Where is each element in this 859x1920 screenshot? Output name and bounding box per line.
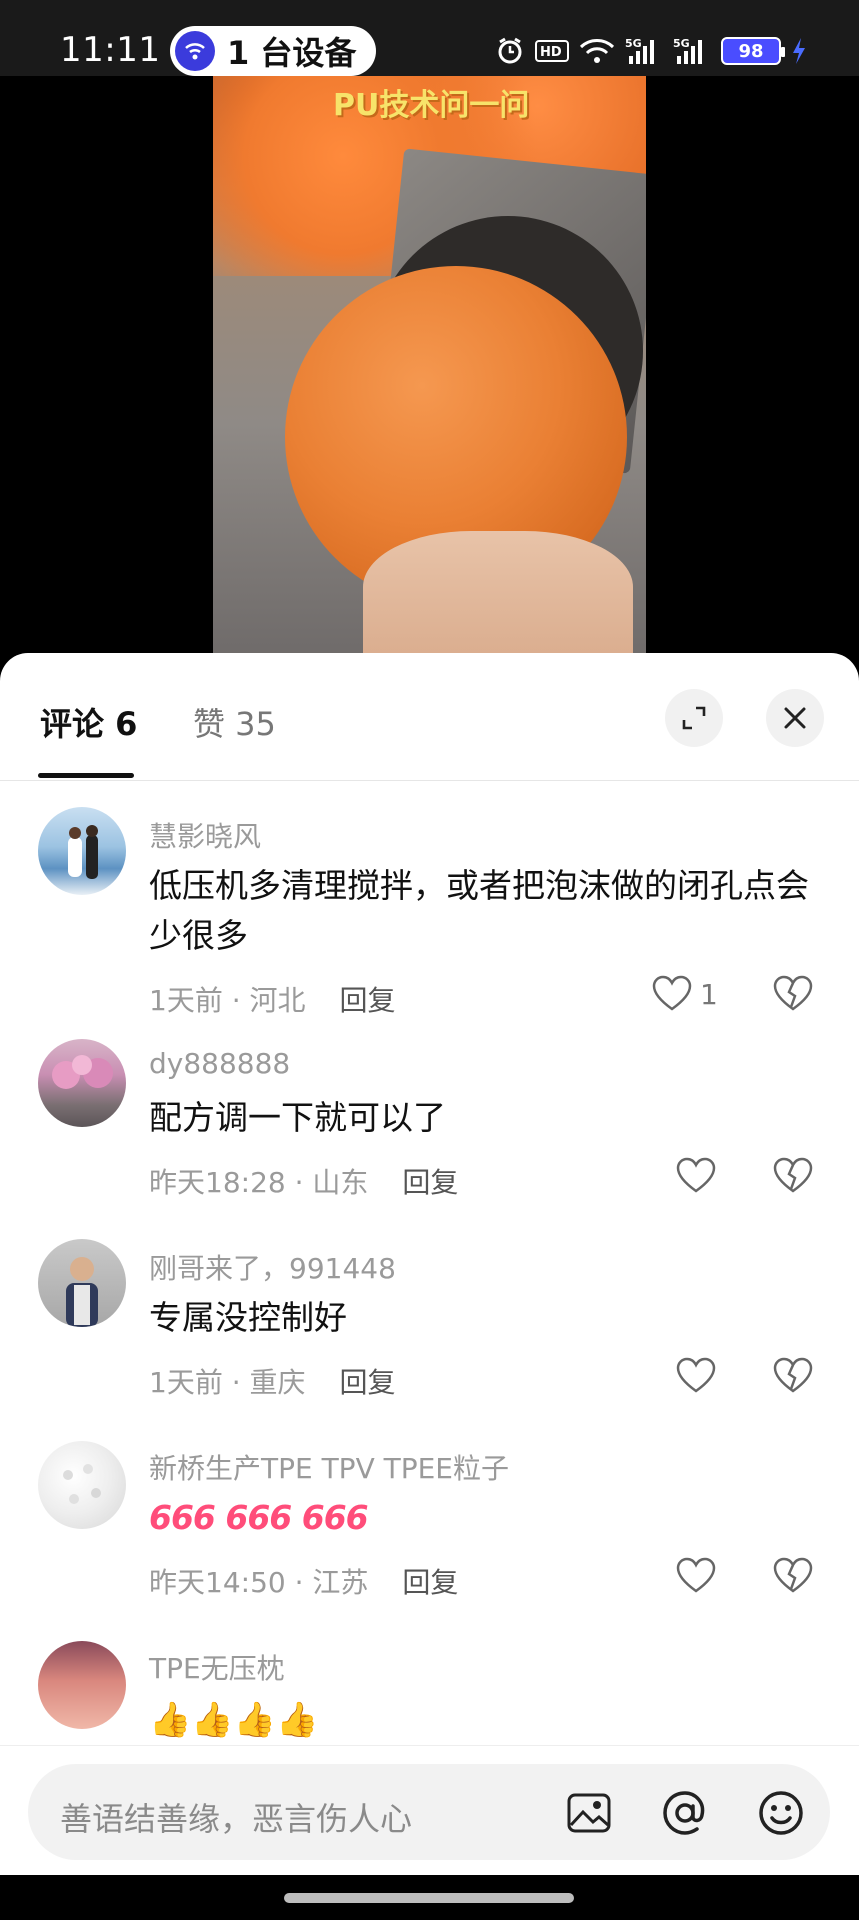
- comment-input-placeholder: 善语结善缘，恶言伤人心: [60, 1800, 413, 1838]
- svg-text:5G: 5G: [625, 37, 642, 50]
- comment-input[interactable]: 善语结善缘，恶言伤人心: [28, 1764, 830, 1860]
- dislike-button[interactable]: [773, 1357, 813, 1399]
- heart-icon: [652, 975, 692, 1011]
- battery-icon: 98: [721, 37, 785, 65]
- comment-text: 专属没控制好: [149, 1298, 347, 1337]
- like-button[interactable]: [676, 1557, 716, 1595]
- broken-heart-icon: [773, 975, 813, 1011]
- comment-author[interactable]: dy888888: [149, 1047, 290, 1080]
- close-icon: [784, 707, 806, 729]
- emoji-icon[interactable]: [756, 1788, 806, 1838]
- at-icon[interactable]: [660, 1788, 710, 1838]
- image-icon[interactable]: [564, 1788, 614, 1838]
- broken-heart-icon: [773, 1557, 813, 1593]
- avatar[interactable]: [38, 807, 126, 895]
- expand-button[interactable]: [665, 689, 723, 747]
- comment-meta: 昨天14:50 · 江苏 回复: [149, 1561, 458, 1601]
- reply-button[interactable]: 回复: [340, 984, 396, 1017]
- reply-button[interactable]: 回复: [402, 1566, 458, 1599]
- broken-heart-icon: [773, 1357, 813, 1393]
- comment-meta: 昨天18:28 · 山东 回复: [149, 1161, 458, 1201]
- broken-heart-icon: [773, 1157, 813, 1193]
- comment-text: 👍👍👍👍: [149, 1700, 319, 1740]
- comment-author[interactable]: 新桥生产TPE TPV TPEE粒子: [149, 1447, 509, 1487]
- avatar[interactable]: [38, 1239, 126, 1327]
- comment-time-location: 1天前 · 河北: [149, 984, 306, 1017]
- avatar[interactable]: [38, 1441, 126, 1529]
- video-frame: PU技术问一问: [213, 76, 646, 656]
- status-icons: HD 5G 5G 98: [495, 36, 807, 66]
- hand-image: [363, 531, 633, 656]
- comment-meta: 1天前 · 重庆 回复: [149, 1361, 396, 1401]
- heart-icon: [676, 1557, 716, 1593]
- like-button[interactable]: [676, 1357, 716, 1395]
- status-bar: 11:11 1 台设备 HD 5G 5G 98: [0, 0, 859, 76]
- status-time: 11:11: [60, 30, 161, 70]
- comment-input-bar: 善语结善缘，恶言伤人心: [0, 1745, 859, 1875]
- hd-icon: HD: [535, 36, 569, 66]
- comment-time-location: 昨天18:28 · 山东: [149, 1166, 369, 1199]
- svg-text:5G: 5G: [673, 37, 690, 50]
- dislike-button[interactable]: [773, 1557, 813, 1599]
- signal-5g-icon: 5G: [673, 36, 711, 66]
- svg-text:HD: HD: [540, 45, 562, 60]
- wireless-device-icon: [175, 31, 215, 71]
- device-pill-label: 1 台设备: [227, 34, 357, 72]
- tab-likes[interactable]: 赞 35: [193, 699, 276, 745]
- alarm-icon: [495, 36, 525, 66]
- comment-text: 666 666 666: [149, 1498, 369, 1537]
- tab-comments[interactable]: 评论 6: [40, 699, 137, 745]
- like-button[interactable]: 1: [652, 975, 718, 1013]
- avatar[interactable]: [38, 1039, 126, 1127]
- wifi-icon: [579, 36, 615, 66]
- comment-text: 低压机多清理搅拌，或者把泡沫做的闭孔点会少很多: [149, 866, 809, 955]
- close-button[interactable]: [766, 689, 824, 747]
- charging-icon: [791, 36, 807, 66]
- device-pill[interactable]: 1 台设备: [170, 26, 376, 76]
- video-caption: PU技术问一问: [333, 88, 530, 123]
- heart-icon: [676, 1357, 716, 1393]
- heart-icon: [676, 1157, 716, 1193]
- reply-button[interactable]: 回复: [340, 1366, 396, 1399]
- tab-underline: [38, 773, 134, 778]
- like-count: 1: [700, 977, 718, 1011]
- comment-author[interactable]: 刚哥来了，991448: [149, 1247, 396, 1287]
- comment-author[interactable]: TPE无压枕: [149, 1647, 285, 1687]
- comment-meta: 1天前 · 河北 回复: [149, 979, 396, 1019]
- comment-sheet: 评论 6 赞 35 慧影晓风 低压机多清理搅拌，或者把泡沫做的闭孔点会少很多 1…: [0, 653, 859, 1920]
- reply-button[interactable]: 回复: [402, 1166, 458, 1199]
- home-indicator[interactable]: [284, 1893, 574, 1903]
- comment-time-location: 1天前 · 重庆: [149, 1366, 306, 1399]
- dislike-button[interactable]: [773, 1157, 813, 1199]
- dislike-button[interactable]: [773, 975, 813, 1017]
- system-nav-bar: [0, 1875, 859, 1920]
- like-button[interactable]: [676, 1157, 716, 1195]
- signal-5g-icon: 5G: [625, 36, 663, 66]
- comment-text: 配方调一下就可以了: [149, 1098, 446, 1137]
- video-player[interactable]: PU技术问一问: [0, 76, 859, 656]
- avatar[interactable]: [38, 1641, 126, 1729]
- comment-list[interactable]: 慧影晓风 低压机多清理搅拌，或者把泡沫做的闭孔点会少很多 1天前 · 河北 回复 …: [0, 781, 859, 1784]
- expand-icon: [682, 706, 706, 730]
- comment-author[interactable]: 慧影晓风: [149, 815, 261, 855]
- sheet-tabs: 评论 6 赞 35: [0, 653, 859, 781]
- comment-time-location: 昨天14:50 · 江苏: [149, 1566, 369, 1599]
